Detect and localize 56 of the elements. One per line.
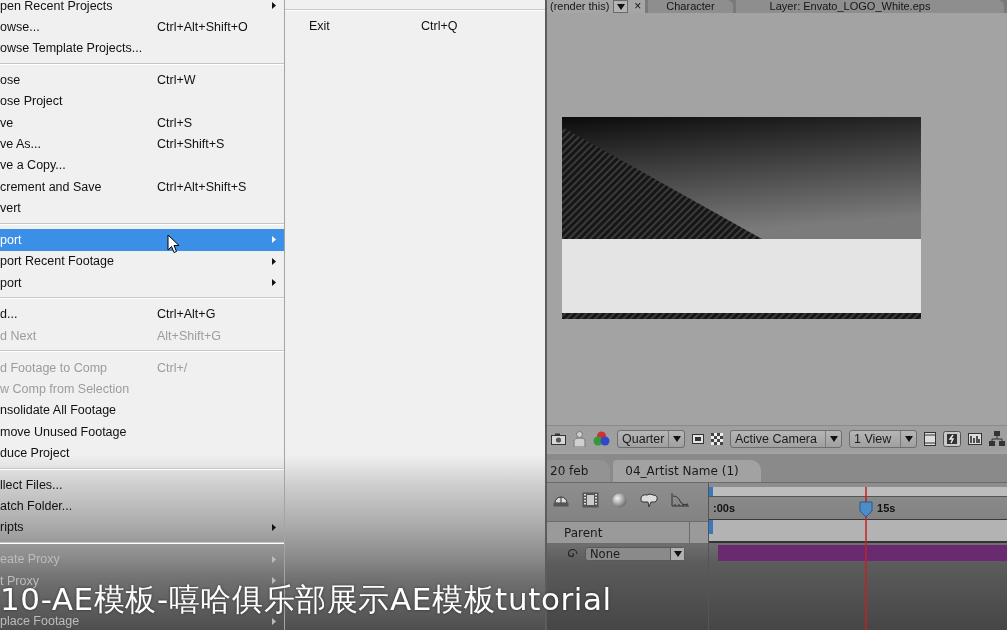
menu-item[interactable]: nsolidate All Footage: [0, 399, 284, 421]
menu-item[interactable]: ve As... Ctrl+Shift+S: [0, 133, 284, 155]
film-strip-icon[interactable]: [582, 492, 599, 508]
menu-item[interactable]: ose Ctrl+W: [0, 69, 284, 91]
caret-icon: [829, 435, 838, 442]
marker-icon[interactable]: [709, 487, 713, 496]
rectangle-icon[interactable]: [692, 433, 704, 444]
menu-item[interactable]: duce Project: [0, 442, 284, 464]
menu-item[interactable]: port: [0, 271, 284, 294]
speech-bubble-icon[interactable]: [640, 492, 658, 508]
caret-icon: [672, 435, 681, 442]
checkerboard-icon[interactable]: [711, 432, 723, 445]
menu-item[interactable]: vert: [0, 197, 284, 219]
tab-menu-button[interactable]: [613, 0, 629, 13]
menu-item[interactable]: pen Recent Projects: [0, 0, 284, 17]
color-circles-icon[interactable]: [593, 431, 610, 446]
panel-tab[interactable]: (render this) ×: [547, 0, 646, 13]
menu-item[interactable]: llect Files...: [0, 474, 284, 496]
menu-item[interactable]: owse... Ctrl+Alt+Shift+O: [0, 16, 284, 38]
column-header: Parent: [547, 522, 690, 543]
caret-icon: [673, 550, 682, 557]
menu-item[interactable]: d... Ctrl+Alt+G: [0, 303, 284, 326]
bars-icon[interactable]: [968, 432, 982, 445]
menu-item[interactable]: ve Ctrl+S: [0, 112, 284, 134]
sphere-icon[interactable]: [612, 492, 627, 508]
menu-item[interactable]: Exit Ctrl+Q: [285, 15, 545, 37]
graph-icon[interactable]: [671, 493, 689, 507]
caret-icon: [904, 435, 913, 442]
time-label: 15s: [877, 502, 896, 514]
menu-item[interactable]: move Unused Footage: [0, 420, 284, 443]
panel-icon[interactable]: [924, 431, 936, 446]
dropdown[interactable]: 1 View: [849, 429, 917, 448]
parent-dropdown[interactable]: None: [585, 546, 685, 561]
mouse-cursor-icon: [167, 234, 180, 254]
bolt-icon[interactable]: [943, 430, 961, 447]
dropdown[interactable]: Quarter: [617, 429, 685, 448]
menu-item[interactable]: ose Project: [0, 90, 284, 113]
menu-item[interactable]: crement and Save Ctrl+Alt+Shift+S: [0, 176, 284, 198]
timeline-tab[interactable]: 04_Artist Name (1): [613, 460, 761, 482]
camera-icon[interactable]: [551, 432, 566, 445]
close-button[interactable]: ×: [632, 0, 644, 13]
time-label: :00s: [713, 502, 736, 514]
timeline-tab[interactable]: 20 feb: [547, 460, 611, 482]
dropdown[interactable]: Active Camera: [730, 429, 842, 448]
marker-icon[interactable]: [709, 520, 713, 534]
dome-icon[interactable]: [553, 493, 569, 507]
caret-icon: [616, 3, 625, 10]
menu-item[interactable]: ripts: [0, 516, 284, 539]
menu-item[interactable]: ve a Copy...: [0, 154, 284, 177]
menu-item[interactable]: port Recent Footage: [0, 250, 284, 272]
panel-tab[interactable]: Layer: Envato_LOGO_White.eps: [735, 0, 1004, 13]
menu-item[interactable]: owse Template Projects...: [0, 37, 284, 59]
flowchart-icon[interactable]: [989, 431, 1005, 446]
spiral-icon[interactable]: [567, 547, 579, 560]
menu-item[interactable]: atch Folder...: [0, 495, 284, 517]
panel-tab[interactable]: Character: [648, 0, 733, 13]
